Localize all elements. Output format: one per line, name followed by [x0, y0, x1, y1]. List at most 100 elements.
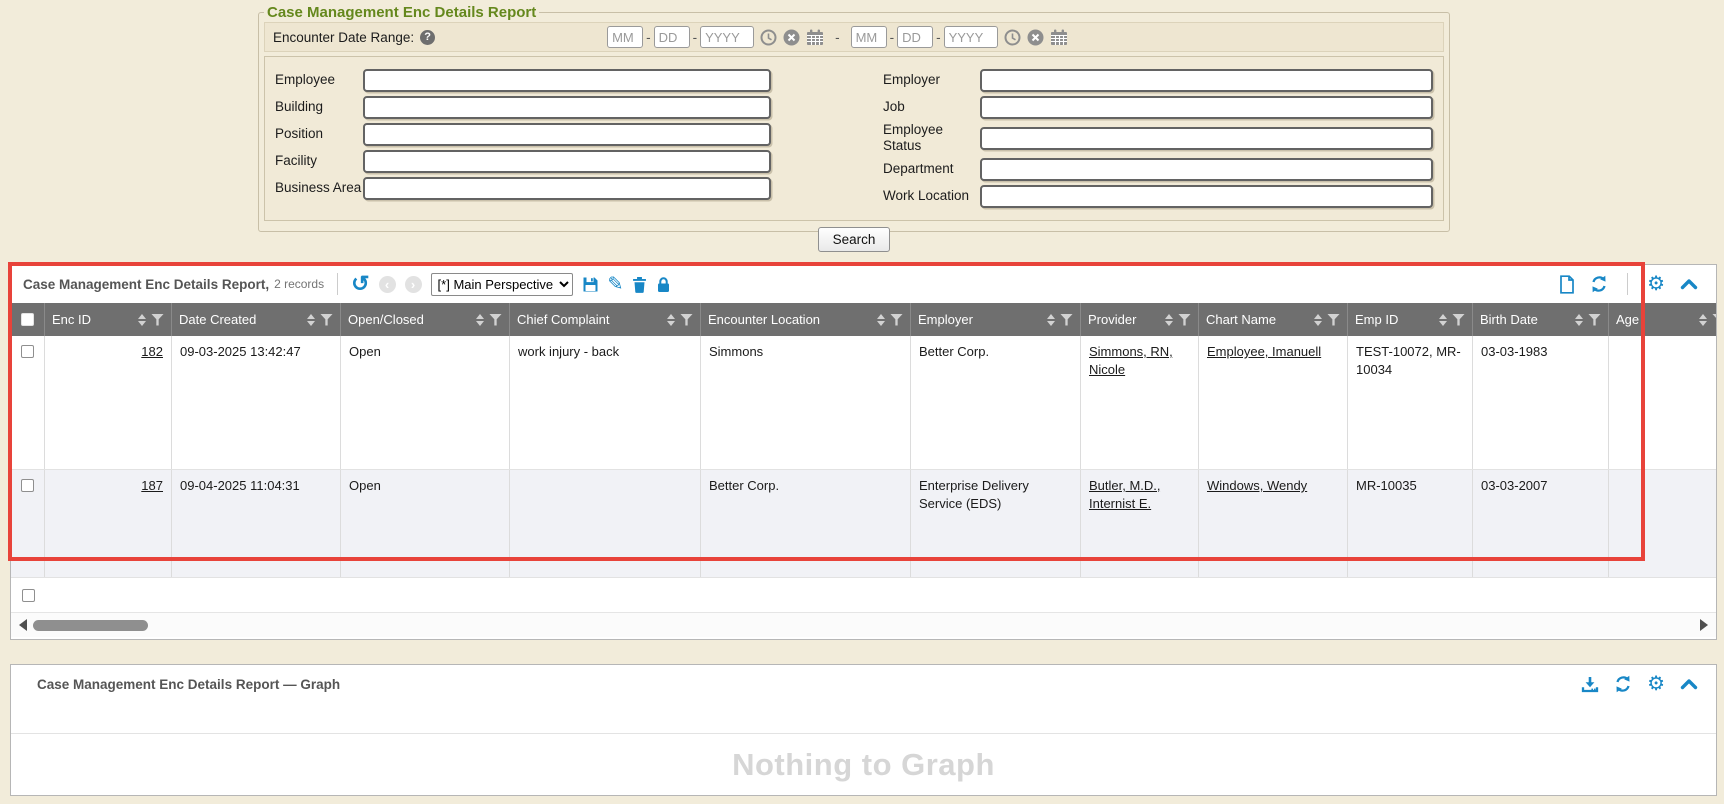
sort-icon[interactable]: [476, 314, 484, 326]
filter-icon[interactable]: [1452, 314, 1465, 326]
refresh-icon[interactable]: [1590, 275, 1608, 293]
filter-icon[interactable]: [151, 314, 164, 326]
sort-icon[interactable]: [1575, 314, 1583, 326]
clear-date-icon[interactable]: [1027, 29, 1044, 46]
sort-icon[interactable]: [138, 314, 146, 326]
column-header-birth-date[interactable]: Birth Date: [1473, 303, 1609, 336]
perspective-select[interactable]: [*] Main Perspective: [431, 273, 573, 296]
refresh-icon[interactable]: [1614, 675, 1632, 693]
column-header-date-created[interactable]: Date Created: [172, 303, 341, 336]
clock-icon[interactable]: [1004, 29, 1021, 46]
job-label: Job: [883, 99, 980, 115]
clear-date-icon[interactable]: [783, 29, 800, 46]
gear-icon[interactable]: ⚙: [1647, 674, 1665, 694]
chart-name-link[interactable]: Windows, Wendy: [1207, 478, 1307, 493]
calendar-icon[interactable]: [806, 29, 824, 46]
collapse-panel-icon[interactable]: [1680, 678, 1698, 690]
collapse-panel-icon[interactable]: [1680, 278, 1698, 290]
lock-icon[interactable]: [656, 276, 671, 293]
provider-link[interactable]: Simmons, RN, Nicole: [1089, 344, 1173, 377]
column-header-age[interactable]: Age: [1609, 303, 1716, 336]
chart-name-link[interactable]: Employee, Imanuell: [1207, 344, 1321, 359]
column-header-employer[interactable]: Employer: [911, 303, 1081, 336]
select-all-checkbox[interactable]: [21, 313, 34, 326]
next-page-icon[interactable]: ›: [405, 276, 422, 293]
column-header-chief-complaint[interactable]: Chief Complaint: [510, 303, 701, 336]
column-label: Employer: [918, 312, 1042, 327]
column-header-open-closed[interactable]: Open/Closed: [341, 303, 510, 336]
date-range-inputs: - - - - -: [607, 26, 1068, 48]
filter-icon[interactable]: [680, 314, 693, 326]
employee-status-field[interactable]: [980, 127, 1433, 150]
table-row: 187 09-04-2025 11:04:31 Open Better Corp…: [11, 470, 1716, 578]
sort-icon[interactable]: [1047, 314, 1055, 326]
form-row-employee: Employee: [275, 68, 771, 92]
toolbar-divider: [337, 273, 338, 295]
position-field[interactable]: [363, 123, 771, 146]
delete-perspective-icon[interactable]: [632, 276, 647, 293]
row-checkbox[interactable]: [21, 479, 34, 492]
filter-icon[interactable]: [320, 314, 333, 326]
sort-icon[interactable]: [1699, 314, 1707, 326]
enc-id-link[interactable]: 187: [141, 478, 163, 493]
employer-cell: Better Corp.: [911, 336, 1081, 469]
column-header-emp-id[interactable]: Emp ID: [1348, 303, 1473, 336]
building-field[interactable]: [363, 96, 771, 119]
sort-icon[interactable]: [1439, 314, 1447, 326]
scrollbar-thumb[interactable]: [33, 620, 148, 631]
export-document-icon[interactable]: [1559, 275, 1575, 294]
filter-icon[interactable]: [1588, 314, 1601, 326]
sort-icon[interactable]: [1314, 314, 1322, 326]
scroll-right-icon[interactable]: [1700, 619, 1708, 631]
birth-date-cell: 03-03-2007: [1473, 470, 1609, 577]
business-area-field[interactable]: [363, 177, 771, 200]
column-label: Chart Name: [1206, 312, 1309, 327]
sort-icon[interactable]: [1165, 314, 1173, 326]
employer-field[interactable]: [980, 69, 1433, 92]
enc-id-link[interactable]: 182: [141, 344, 163, 359]
birth-date-cell: 03-03-1983: [1473, 336, 1609, 469]
date-from-day-input[interactable]: [654, 26, 690, 48]
filter-icon[interactable]: [890, 314, 903, 326]
scroll-left-icon[interactable]: [19, 619, 27, 631]
row-checkbox[interactable]: [21, 345, 34, 358]
form-row-job: Job: [883, 95, 1433, 119]
column-header-provider[interactable]: Provider: [1081, 303, 1199, 336]
date-to-year-input[interactable]: [944, 26, 998, 48]
column-header-encounter-location[interactable]: Encounter Location: [701, 303, 911, 336]
provider-link[interactable]: Butler, M.D., Internist E.: [1089, 478, 1161, 511]
date-from-year-input[interactable]: [700, 26, 754, 48]
filter-icon[interactable]: [1712, 314, 1716, 326]
help-icon[interactable]: ?: [420, 30, 435, 45]
column-header-enc-id[interactable]: Enc ID: [45, 303, 172, 336]
sort-icon[interactable]: [877, 314, 885, 326]
facility-field[interactable]: [363, 150, 771, 173]
date-to-month-input[interactable]: [851, 26, 887, 48]
date-to-day-input[interactable]: [897, 26, 933, 48]
calendar-icon[interactable]: [1050, 29, 1068, 46]
sort-icon[interactable]: [667, 314, 675, 326]
gear-icon[interactable]: ⚙: [1647, 274, 1665, 294]
sort-icon[interactable]: [307, 314, 315, 326]
horizontal-scrollbar[interactable]: [11, 612, 1716, 637]
undo-icon[interactable]: ↺: [351, 275, 369, 293]
previous-page-icon[interactable]: ‹: [379, 276, 396, 293]
filter-icon[interactable]: [489, 314, 502, 326]
employee-field[interactable]: [363, 69, 771, 92]
filter-icon[interactable]: [1060, 314, 1073, 326]
clock-icon[interactable]: [760, 29, 777, 46]
job-field[interactable]: [980, 96, 1433, 119]
edit-perspective-icon[interactable]: ✎: [608, 273, 624, 296]
row-checkbox[interactable]: [22, 589, 35, 602]
search-button[interactable]: Search: [818, 227, 890, 252]
work-location-field[interactable]: [980, 185, 1433, 208]
save-perspective-icon[interactable]: [582, 276, 599, 293]
date-from-month-input[interactable]: [607, 26, 643, 48]
filter-icon[interactable]: [1178, 314, 1191, 326]
date-range-row: Encounter Date Range: ? - - -: [264, 22, 1444, 52]
column-header-chart-name[interactable]: Chart Name: [1199, 303, 1348, 336]
department-field[interactable]: [980, 158, 1433, 181]
filter-icon[interactable]: [1327, 314, 1340, 326]
download-icon[interactable]: [1581, 676, 1599, 693]
chart-name-cell: Employee, Imanuell: [1199, 336, 1348, 469]
